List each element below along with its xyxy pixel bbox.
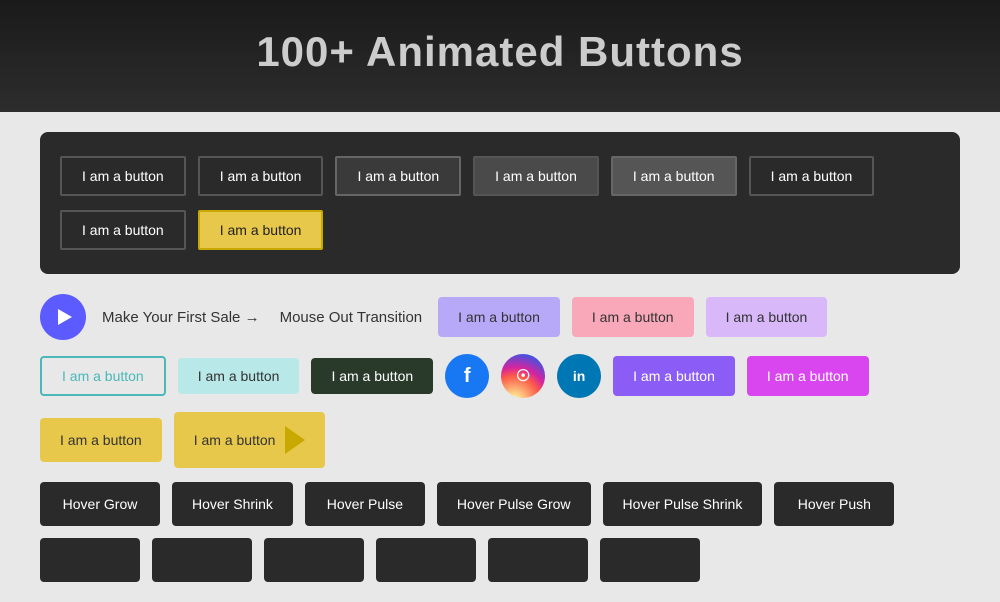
mixed-row-2: I am a button I am a button I am a butto… (40, 354, 960, 398)
dark-row-1: I am a button I am a button I am a butto… (60, 156, 940, 196)
hover-pulse-grow-button[interactable]: Hover Pulse Grow (437, 482, 591, 526)
purple-label: I am a button (633, 368, 715, 384)
hover-push-label: Hover Push (798, 496, 871, 512)
play-icon (58, 309, 72, 325)
yellow-plain-label: I am a button (60, 432, 142, 448)
dark-btn-3[interactable]: I am a button (335, 156, 461, 196)
bottom-btn-1[interactable] (40, 538, 140, 582)
dark-button-section: I am a button I am a button I am a butto… (40, 132, 960, 274)
linkedin-button[interactable]: in (557, 354, 601, 398)
dark-btn-yellow[interactable]: I am a button (198, 210, 324, 250)
hover-pulse-button[interactable]: Hover Pulse (305, 482, 425, 526)
teal-outline-button[interactable]: I am a button (40, 356, 166, 396)
magenta-label: I am a button (767, 368, 849, 384)
bottom-btn-3[interactable] (264, 538, 364, 582)
mouse-out-button[interactable]: Mouse Out Transition (276, 301, 427, 334)
mixed-row-1: Make Your First Sale → Mouse Out Transit… (40, 294, 960, 340)
hover-push-button[interactable]: Hover Push (774, 482, 894, 526)
dark-btn-2[interactable]: I am a button (198, 156, 324, 196)
dark-btn-6[interactable]: I am a button (749, 156, 875, 196)
arrow-icon (285, 426, 305, 454)
dark-btn-7[interactable]: I am a button (60, 210, 186, 250)
bottom-btn-5[interactable] (488, 538, 588, 582)
main-content: I am a button I am a button I am a butto… (0, 112, 1000, 602)
hover-shrink-button[interactable]: Hover Shrink (172, 482, 293, 526)
pink-pastel-button[interactable]: I am a button (572, 297, 694, 337)
bottom-buttons-row (40, 538, 960, 582)
hover-grow-label: Hover Grow (63, 496, 138, 512)
hover-grow-button[interactable]: Hover Grow (40, 482, 160, 526)
facebook-button[interactable]: f (445, 354, 489, 398)
yellow-arrow-button[interactable]: I am a button (174, 412, 326, 468)
yellow-arrow-row: I am a button I am a button (40, 412, 960, 468)
instagram-button[interactable]: ☉ (501, 354, 545, 398)
hover-pulse-shrink-button[interactable]: Hover Pulse Shrink (603, 482, 763, 526)
facebook-icon: f (464, 365, 471, 388)
lavender-label: I am a button (726, 309, 808, 325)
header: 100+ Animated Buttons (0, 0, 1000, 112)
magenta-button[interactable]: I am a button (747, 356, 869, 396)
purple-pastel-button[interactable]: I am a button (438, 297, 560, 337)
dark-green-button[interactable]: I am a button (311, 358, 433, 394)
bottom-btn-2[interactable] (152, 538, 252, 582)
dark-green-label: I am a button (331, 368, 413, 384)
make-sale-label: Make Your First Sale → (102, 309, 260, 326)
hover-pulse-label: Hover Pulse (327, 496, 403, 512)
page-title: 100+ Animated Buttons (20, 28, 980, 76)
light-teal-button[interactable]: I am a button (178, 358, 300, 394)
hover-buttons-row: Hover Grow Hover Shrink Hover Pulse Hove… (40, 482, 960, 526)
hover-shrink-label: Hover Shrink (192, 496, 273, 512)
make-first-sale-button[interactable]: Make Your First Sale → (98, 301, 264, 334)
teal-outline-label: I am a button (62, 368, 144, 384)
hover-pulse-grow-label: Hover Pulse Grow (457, 496, 571, 512)
bottom-btn-6[interactable] (600, 538, 700, 582)
yellow-arrow-label: I am a button (194, 432, 276, 448)
pink-pastel-label: I am a button (592, 309, 674, 325)
instagram-icon: ☉ (516, 366, 530, 386)
linkedin-icon: in (573, 368, 585, 384)
mouse-out-label: Mouse Out Transition (280, 309, 423, 326)
lavender-button[interactable]: I am a button (706, 297, 828, 337)
play-button[interactable] (40, 294, 86, 340)
bottom-btn-4[interactable] (376, 538, 476, 582)
purple-pastel-label: I am a button (458, 309, 540, 325)
dark-btn-4[interactable]: I am a button (473, 156, 599, 196)
dark-btn-1[interactable]: I am a button (60, 156, 186, 196)
light-teal-label: I am a button (198, 368, 280, 384)
dark-row-2: I am a button I am a button (60, 210, 940, 250)
purple-button[interactable]: I am a button (613, 356, 735, 396)
yellow-plain-button[interactable]: I am a button (40, 418, 162, 462)
hover-pulse-shrink-label: Hover Pulse Shrink (623, 496, 743, 512)
dark-btn-5[interactable]: I am a button (611, 156, 737, 196)
